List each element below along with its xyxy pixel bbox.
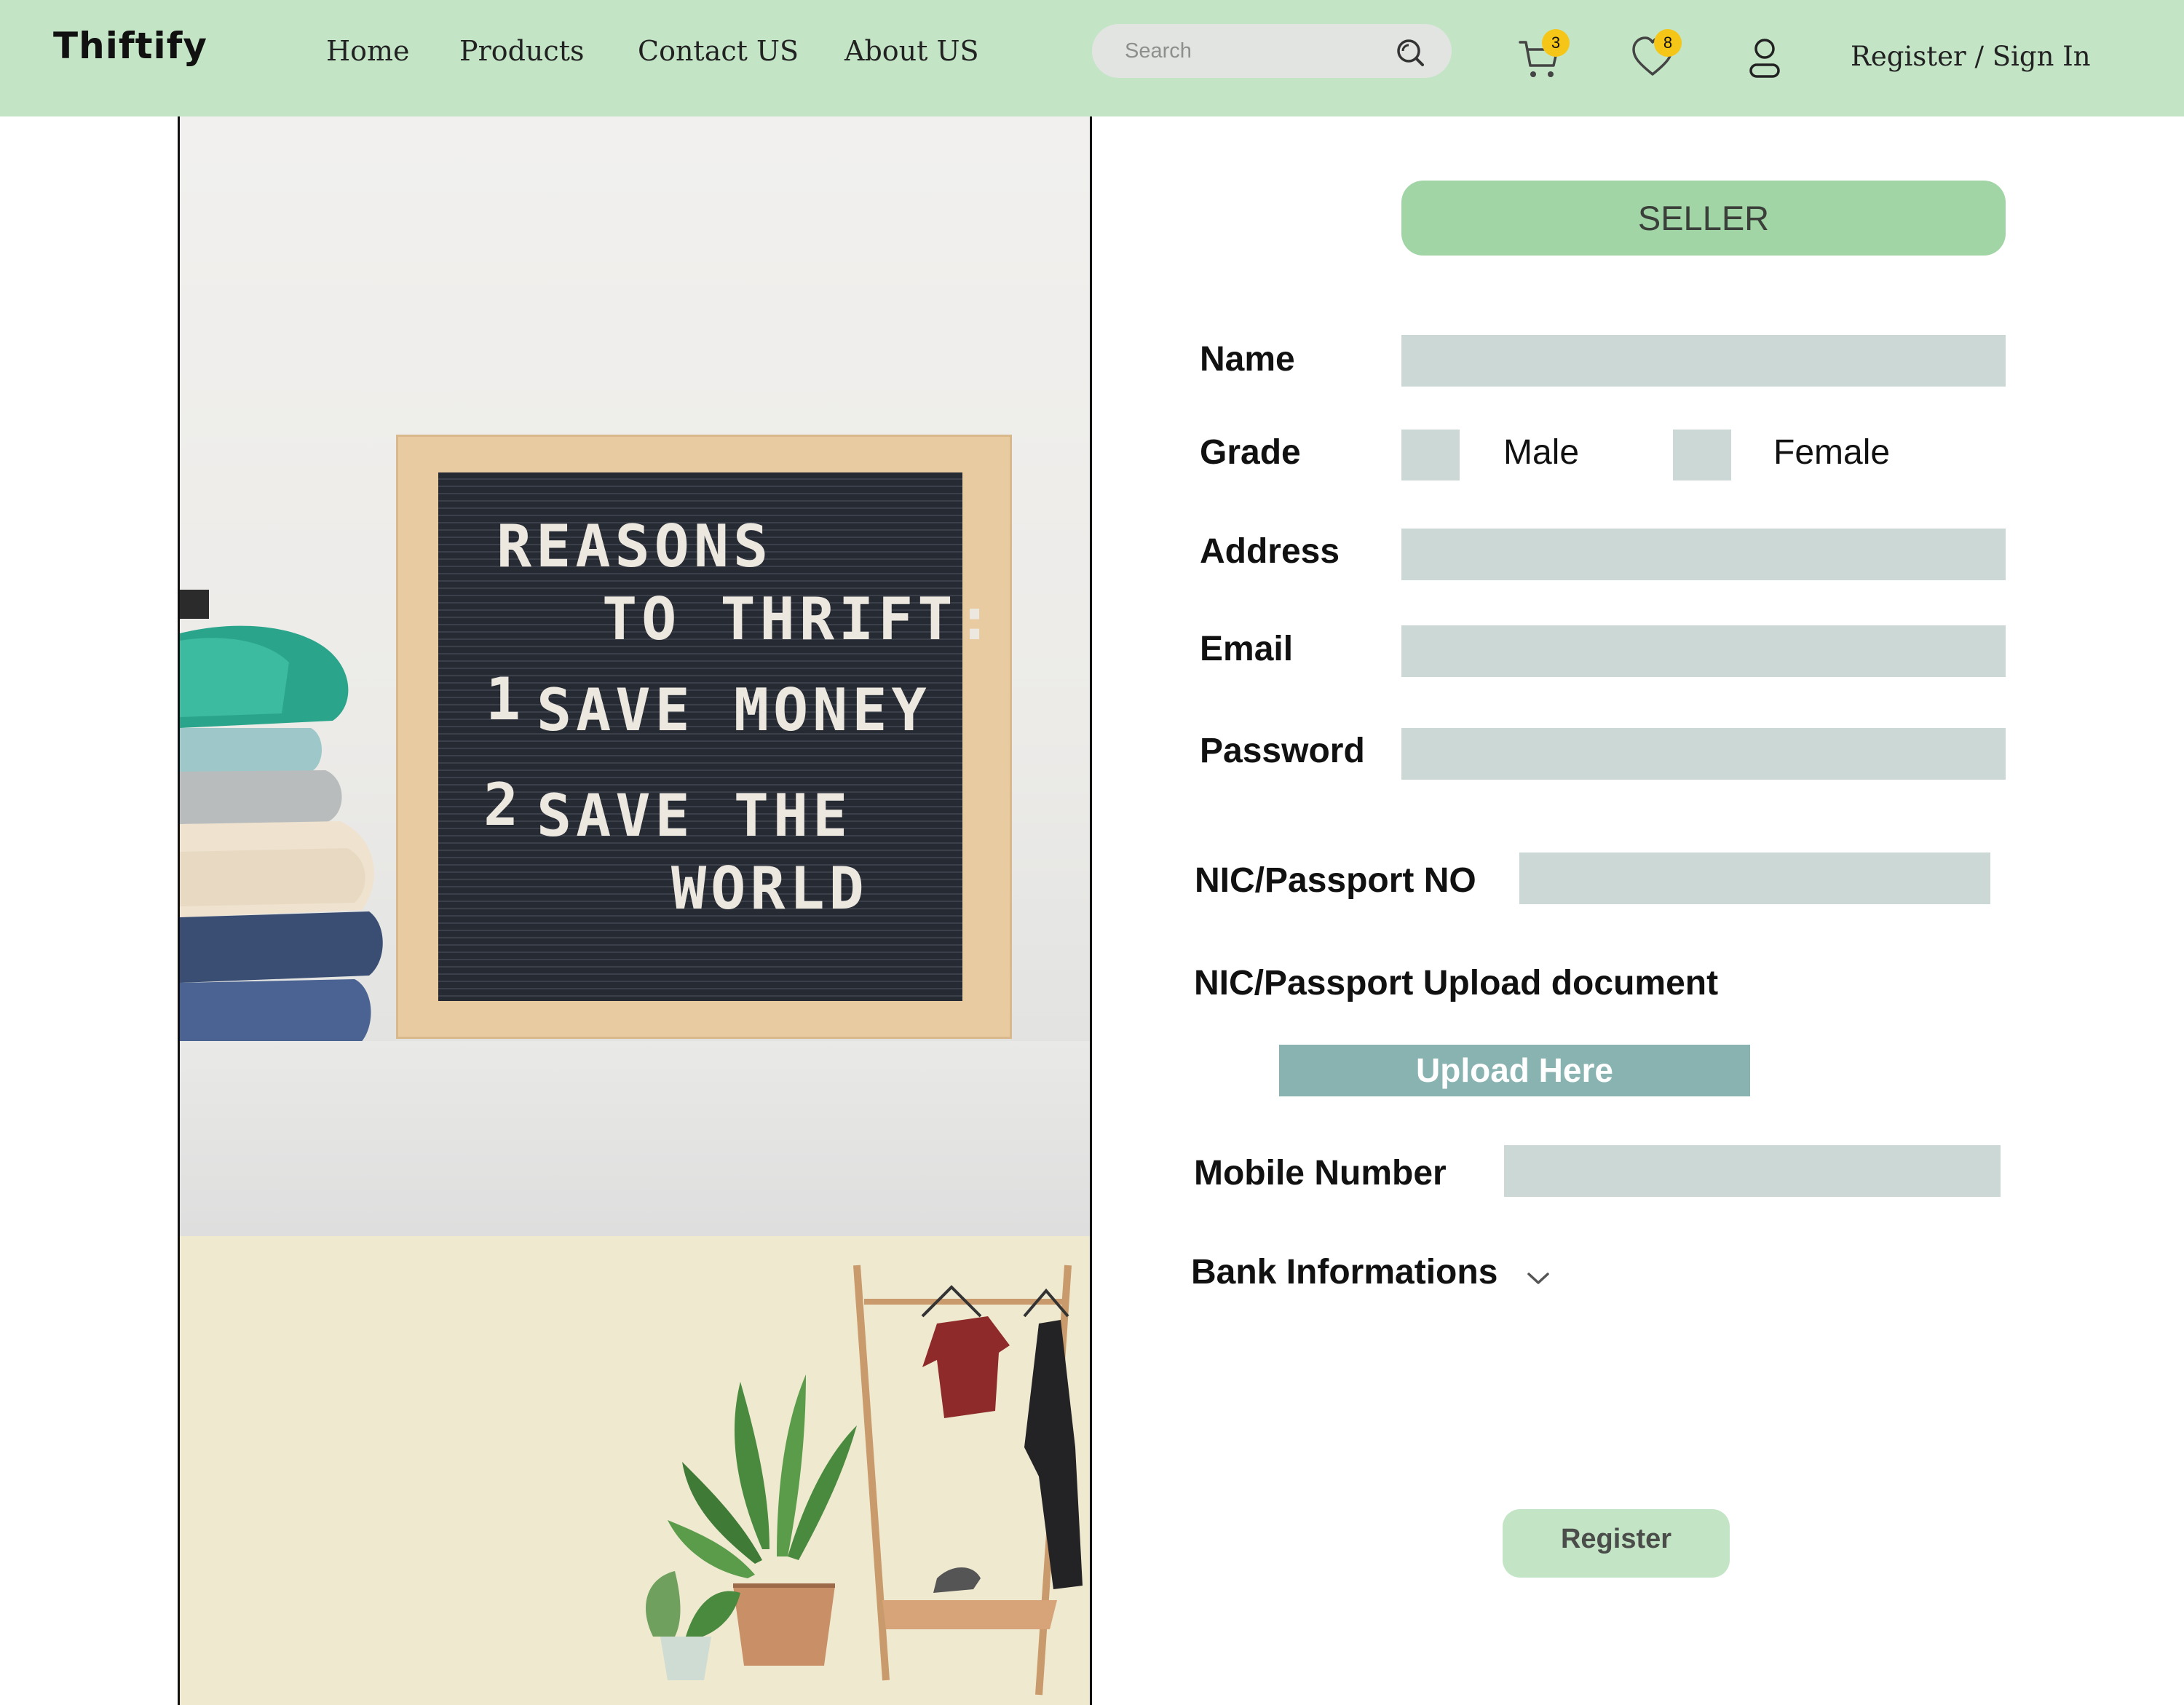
search-bar: [1092, 24, 1452, 78]
brand-logo[interactable]: Thiftify: [53, 25, 207, 67]
register-button[interactable]: Register: [1503, 1509, 1730, 1578]
search-icon[interactable]: [1395, 37, 1425, 68]
seller-role-button[interactable]: SELLER: [1401, 181, 2006, 256]
cart-button[interactable]: 3: [1517, 29, 1570, 82]
female-checkbox[interactable]: [1673, 430, 1731, 480]
letter-board-felt: REASONS TO THRIFT: 1 SAVE MONEY 2 SAVE T…: [438, 472, 992, 1001]
wishlist-button[interactable]: 8: [1631, 29, 1682, 82]
nav-link-products[interactable]: Products: [459, 35, 584, 67]
board-line-2: TO THRIFT:: [602, 585, 997, 653]
account-button[interactable]: [1747, 38, 1782, 80]
thrift-photo: REASONS TO THRIFT: 1 SAVE MONEY 2 SAVE T…: [180, 116, 1090, 1236]
shelf: [180, 1041, 1090, 1236]
address-field[interactable]: [1401, 529, 2006, 580]
grade-label: Grade: [1200, 433, 1301, 472]
mobile-number-label: Mobile Number: [1194, 1154, 1447, 1192]
plants-and-rack-illustration: [180, 1236, 1090, 1705]
bank-info-dropdown[interactable]: Bank Informations: [1191, 1252, 1550, 1292]
board-line-7: WORLD: [671, 855, 869, 922]
board-line-3: 1: [486, 665, 526, 733]
top-navbar: Thiftify Home Products Contact US About …: [0, 0, 2184, 116]
search-input[interactable]: [1125, 24, 1387, 78]
password-field[interactable]: [1401, 728, 2006, 780]
chevron-down-icon: [1527, 1273, 1549, 1284]
wishlist-count-badge: 8: [1654, 29, 1682, 57]
female-label: Female: [1773, 433, 1891, 472]
nav-link-contact[interactable]: Contact US: [638, 35, 799, 67]
address-label: Address: [1200, 532, 1340, 571]
nic-upload-label: NIC/Passport Upload document: [1194, 964, 1719, 1002]
bank-info-label: Bank Informations: [1191, 1253, 1498, 1291]
cart-count-badge: 3: [1542, 29, 1570, 57]
email-field[interactable]: [1401, 625, 2006, 677]
user-icon: [1749, 39, 1780, 78]
mobile-number-field[interactable]: [1504, 1145, 2001, 1197]
nic-passport-label: NIC/Passport NO: [1195, 861, 1476, 900]
email-label: Email: [1200, 630, 1294, 668]
letter-board: REASONS TO THRIFT: 1 SAVE MONEY 2 SAVE T…: [396, 435, 1012, 1039]
name-field[interactable]: [1401, 335, 2006, 387]
nic-passport-field[interactable]: [1519, 852, 1990, 904]
nav-link-home[interactable]: Home: [326, 35, 410, 67]
nav-link-about[interactable]: About US: [844, 35, 979, 67]
password-label: Password: [1200, 732, 1365, 770]
upload-document-button[interactable]: Upload Here: [1279, 1045, 1750, 1096]
board-line-6: SAVE THE: [537, 782, 852, 850]
board-line-1: REASONS: [496, 513, 773, 580]
name-label: Name: [1200, 340, 1295, 379]
male-checkbox[interactable]: [1401, 430, 1460, 480]
clothing-rack-illustration: [646, 1265, 1083, 1696]
male-label: Male: [1503, 433, 1580, 472]
board-line-4: SAVE MONEY: [537, 676, 931, 744]
register-signin-link[interactable]: Register / Sign In: [1851, 41, 2091, 72]
board-line-5: 2: [483, 771, 523, 839]
hero-image-panel: REASONS TO THRIFT: 1 SAVE MONEY 2 SAVE T…: [178, 116, 1092, 1705]
